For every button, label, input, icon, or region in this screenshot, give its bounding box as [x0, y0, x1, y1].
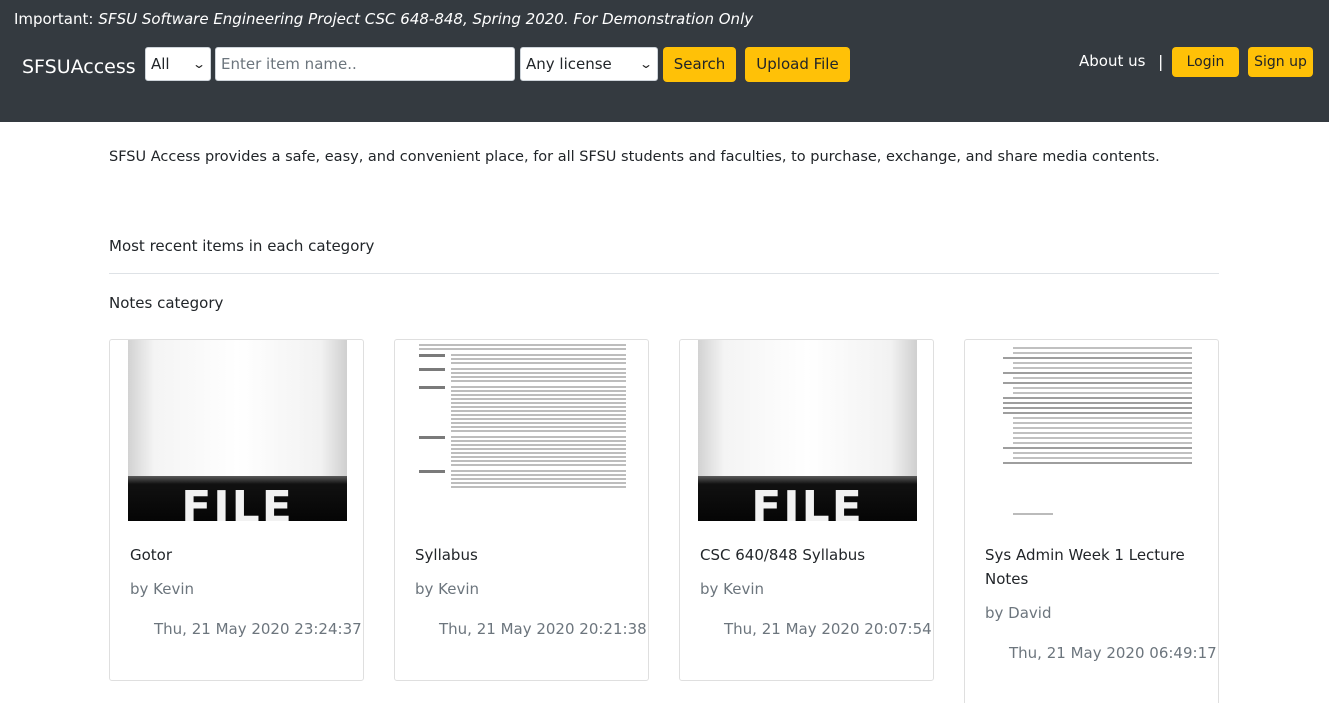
sign-up-button[interactable]: Sign up	[1248, 47, 1313, 77]
category-select-value: All	[151, 55, 170, 73]
item-author: by David	[985, 604, 1052, 622]
about-us-link[interactable]: About us	[1079, 52, 1145, 70]
recent-items-heading: Most recent items in each category	[109, 237, 375, 255]
notes-category-heading: Notes category	[109, 294, 224, 312]
item-title[interactable]: Gotor	[130, 543, 345, 567]
search-input-placeholder: Enter item name..	[221, 55, 357, 73]
item-date: Thu, 21 May 2020 23:24:37	[154, 620, 362, 638]
item-author: by Kevin	[130, 580, 195, 598]
license-select-value: Any license	[526, 55, 612, 73]
chevron-down-icon: ⌄	[638, 57, 654, 71]
item-title[interactable]: Syllabus	[415, 543, 630, 567]
top-navbar: Important: SFSU Software Engineering Proj…	[0, 0, 1329, 122]
chevron-down-icon: ⌄	[191, 57, 207, 71]
section-divider	[109, 273, 1219, 274]
login-button[interactable]: Login	[1172, 47, 1239, 77]
item-date: Thu, 21 May 2020 20:21:38	[439, 620, 647, 638]
file-thumbnail-image[interactable]: FILE	[698, 340, 917, 521]
category-select[interactable]: All ⌄	[145, 47, 211, 81]
item-card[interactable]: Sys Admin Week 1 Lecture Notes by David …	[964, 339, 1219, 703]
item-card[interactable]: FILE CSC 640/848 Syllabus by Kevin Thu, …	[679, 339, 934, 681]
document-thumbnail-image[interactable]	[413, 340, 632, 521]
lecture-notes-thumbnail-image[interactable]	[983, 340, 1202, 521]
item-date: Thu, 21 May 2020 06:49:17	[1009, 644, 1217, 662]
notice-label: Important:	[14, 10, 94, 28]
item-title[interactable]: Sys Admin Week 1 Lecture Notes	[985, 543, 1200, 591]
notice-text: SFSU Software Engineering Project CSC 64…	[98, 10, 754, 28]
file-thumbnail-text: FILE	[751, 482, 864, 521]
upload-file-button[interactable]: Upload File	[745, 47, 850, 82]
item-author: by Kevin	[700, 580, 765, 598]
search-button[interactable]: Search	[663, 47, 736, 82]
file-thumbnail-image[interactable]: FILE	[128, 340, 347, 521]
license-select[interactable]: Any license ⌄	[520, 47, 658, 81]
item-date: Thu, 21 May 2020 20:07:54	[724, 620, 932, 638]
item-author: by Kevin	[415, 580, 480, 598]
file-thumbnail-text: FILE	[181, 482, 294, 521]
nav-separator: |	[1158, 52, 1164, 71]
intro-text: SFSU Access provides a safe, easy, and c…	[109, 149, 1160, 165]
demo-notice: Important: SFSU Software Engineering Proj…	[14, 10, 753, 28]
item-card[interactable]: FILE Gotor by Kevin Thu, 21 May 2020 23:…	[109, 339, 364, 681]
brand-logo-link[interactable]: SFSUAccess	[22, 56, 136, 78]
item-card[interactable]: Syllabus by Kevin Thu, 21 May 2020 20:21…	[394, 339, 649, 681]
search-input[interactable]: Enter item name..	[215, 47, 515, 81]
item-title[interactable]: CSC 640/848 Syllabus	[700, 543, 915, 567]
